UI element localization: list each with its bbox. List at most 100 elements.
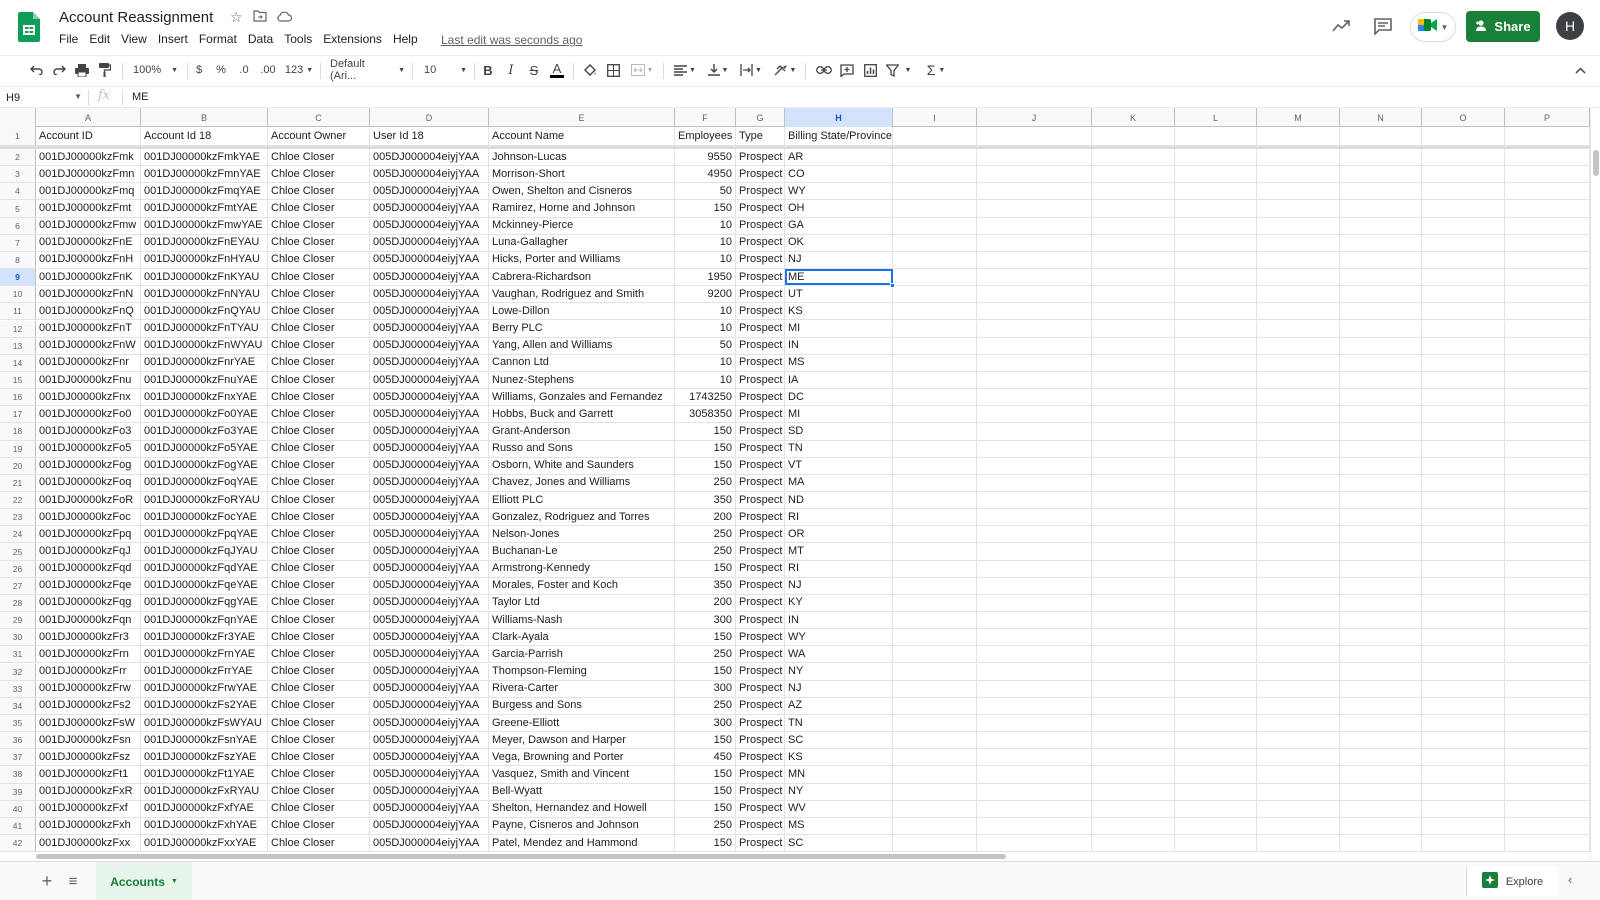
grid-cell[interactable]: 005DJ000004eiyjYAA bbox=[370, 269, 489, 286]
grid-cell[interactable] bbox=[1175, 149, 1257, 166]
grid-cell[interactable] bbox=[1340, 749, 1422, 766]
row-number[interactable]: 38 bbox=[0, 766, 36, 783]
grid-cell[interactable] bbox=[1257, 543, 1340, 560]
grid-cell[interactable]: 001DJ00000kzFmkYAE bbox=[141, 149, 268, 166]
grid-cell[interactable] bbox=[1092, 817, 1175, 834]
grid-cell[interactable] bbox=[1505, 577, 1590, 594]
grid-cell[interactable]: NJ bbox=[785, 680, 893, 697]
grid-cell[interactable]: 10 bbox=[675, 354, 736, 371]
grid-cell[interactable] bbox=[1340, 320, 1422, 337]
grid-cell[interactable] bbox=[1340, 337, 1422, 354]
grid-cell[interactable] bbox=[1422, 457, 1505, 474]
grid-cell[interactable]: DC bbox=[785, 389, 893, 406]
grid-cell[interactable] bbox=[1175, 577, 1257, 594]
grid-cell[interactable]: 150 bbox=[675, 457, 736, 474]
grid-cell[interactable] bbox=[1257, 714, 1340, 732]
avatar[interactable]: H bbox=[1556, 12, 1584, 40]
grid-cell[interactable] bbox=[1257, 594, 1340, 612]
grid-cell[interactable]: Chloe Closer bbox=[268, 714, 370, 732]
grid-cell[interactable] bbox=[1505, 234, 1590, 251]
grid-cell[interactable] bbox=[1422, 526, 1505, 543]
percent-format-button[interactable]: % bbox=[215, 60, 227, 80]
grid-cell[interactable]: 005DJ000004eiyjYAA bbox=[370, 560, 489, 577]
menu-edit[interactable]: Edit bbox=[89, 32, 116, 46]
grid-cell[interactable] bbox=[893, 354, 977, 371]
grid-cell[interactable] bbox=[893, 663, 977, 680]
grid-cell[interactable] bbox=[1175, 251, 1257, 269]
grid-cell[interactable]: 001DJ00000kzFmqYAE bbox=[141, 183, 268, 200]
grid-cell[interactable]: 001DJ00000kzFqd bbox=[36, 560, 141, 577]
grid-cell[interactable] bbox=[1340, 251, 1422, 269]
grid-cell[interactable] bbox=[1175, 406, 1257, 423]
grid-cell[interactable]: Vega, Browning and Porter bbox=[489, 749, 675, 766]
filter-views-dropdown[interactable]: ▼ bbox=[903, 60, 913, 80]
grid-cell[interactable]: 001DJ00000kzFnWYAU bbox=[141, 337, 268, 354]
grid-cell[interactable]: 001DJ00000kzFxR bbox=[36, 783, 141, 800]
grid-cell[interactable] bbox=[1505, 474, 1590, 491]
grid-cell[interactable]: Grant-Anderson bbox=[489, 423, 675, 440]
grid-cell[interactable] bbox=[1092, 320, 1175, 337]
grid-cell[interactable]: Chloe Closer bbox=[268, 783, 370, 800]
grid-cell[interactable] bbox=[893, 492, 977, 509]
grid-cell[interactable] bbox=[893, 577, 977, 594]
grid-cell[interactable]: 001DJ00000kzFsz bbox=[36, 749, 141, 766]
grid-cell[interactable] bbox=[1257, 166, 1340, 183]
grid-cell[interactable]: Vasquez, Smith and Vincent bbox=[489, 766, 675, 783]
grid-cell[interactable] bbox=[1257, 406, 1340, 423]
grid-cell[interactable]: 005DJ000004eiyjYAA bbox=[370, 577, 489, 594]
grid-cell[interactable]: Prospect bbox=[736, 560, 785, 577]
grid-cell[interactable]: Prospect bbox=[736, 646, 785, 663]
grid-cell[interactable] bbox=[1505, 714, 1590, 732]
grid-cell[interactable]: Elliott PLC bbox=[489, 492, 675, 509]
grid-cell[interactable]: Prospect bbox=[736, 217, 785, 234]
grid-cell[interactable]: 001DJ00000kzFqe bbox=[36, 577, 141, 594]
grid-cell[interactable] bbox=[1340, 697, 1422, 714]
grid-cell[interactable]: 001DJ00000kzFnEYAU bbox=[141, 234, 268, 251]
grid-cell[interactable]: 001DJ00000kzFnTYAU bbox=[141, 320, 268, 337]
grid-cell[interactable]: Chloe Closer bbox=[268, 594, 370, 612]
grid-cell[interactable]: Chloe Closer bbox=[268, 217, 370, 234]
header-cell[interactable] bbox=[893, 127, 977, 145]
header-cell[interactable] bbox=[1092, 127, 1175, 145]
grid-cell[interactable]: Chloe Closer bbox=[268, 286, 370, 303]
grid-cell[interactable]: MS bbox=[785, 817, 893, 834]
grid-cell[interactable]: 005DJ000004eiyjYAA bbox=[370, 200, 489, 217]
row-number[interactable]: 20 bbox=[0, 457, 36, 474]
grid-cell[interactable]: Chloe Closer bbox=[268, 183, 370, 200]
grid-cell[interactable]: 10 bbox=[675, 320, 736, 337]
grid-cell[interactable] bbox=[1340, 406, 1422, 423]
grid-cell[interactable] bbox=[1505, 286, 1590, 303]
grid-cell[interactable]: Chloe Closer bbox=[268, 560, 370, 577]
grid-cell[interactable] bbox=[1175, 492, 1257, 509]
grid-cell[interactable]: Williams-Nash bbox=[489, 612, 675, 629]
grid-cell[interactable]: 001DJ00000kzFnHYAU bbox=[141, 251, 268, 269]
row-number[interactable]: 36 bbox=[0, 732, 36, 749]
grid-cell[interactable] bbox=[893, 783, 977, 800]
grid-cell[interactable]: Berry PLC bbox=[489, 320, 675, 337]
grid-cell[interactable] bbox=[1340, 766, 1422, 783]
grid-cell[interactable] bbox=[1422, 800, 1505, 817]
grid-cell[interactable]: NY bbox=[785, 663, 893, 680]
grid-cell[interactable] bbox=[1092, 474, 1175, 491]
grid-cell[interactable]: 001DJ00000kzFocYAE bbox=[141, 509, 268, 526]
grid-cell[interactable] bbox=[1422, 320, 1505, 337]
grid-cell[interactable] bbox=[893, 680, 977, 697]
grid-cell[interactable] bbox=[1257, 560, 1340, 577]
grid-cell[interactable] bbox=[1422, 440, 1505, 457]
grid-cell[interactable]: 350 bbox=[675, 492, 736, 509]
grid-cell[interactable] bbox=[1257, 217, 1340, 234]
grid-cell[interactable] bbox=[977, 732, 1092, 749]
grid-cell[interactable] bbox=[977, 663, 1092, 680]
grid-cell[interactable] bbox=[1092, 303, 1175, 320]
grid-cell[interactable]: OH bbox=[785, 200, 893, 217]
grid-cell[interactable] bbox=[1175, 234, 1257, 251]
grid-cell[interactable] bbox=[1422, 749, 1505, 766]
grid-cell[interactable] bbox=[977, 286, 1092, 303]
vertical-scrollbar[interactable] bbox=[1590, 108, 1600, 860]
text-color-icon[interactable]: A bbox=[549, 60, 565, 80]
grid-cell[interactable]: 350 bbox=[675, 577, 736, 594]
grid-cell[interactable] bbox=[1175, 474, 1257, 491]
grid-cell[interactable]: Chloe Closer bbox=[268, 526, 370, 543]
grid-cell[interactable]: 005DJ000004eiyjYAA bbox=[370, 251, 489, 269]
grid-cell[interactable]: Prospect bbox=[736, 629, 785, 646]
